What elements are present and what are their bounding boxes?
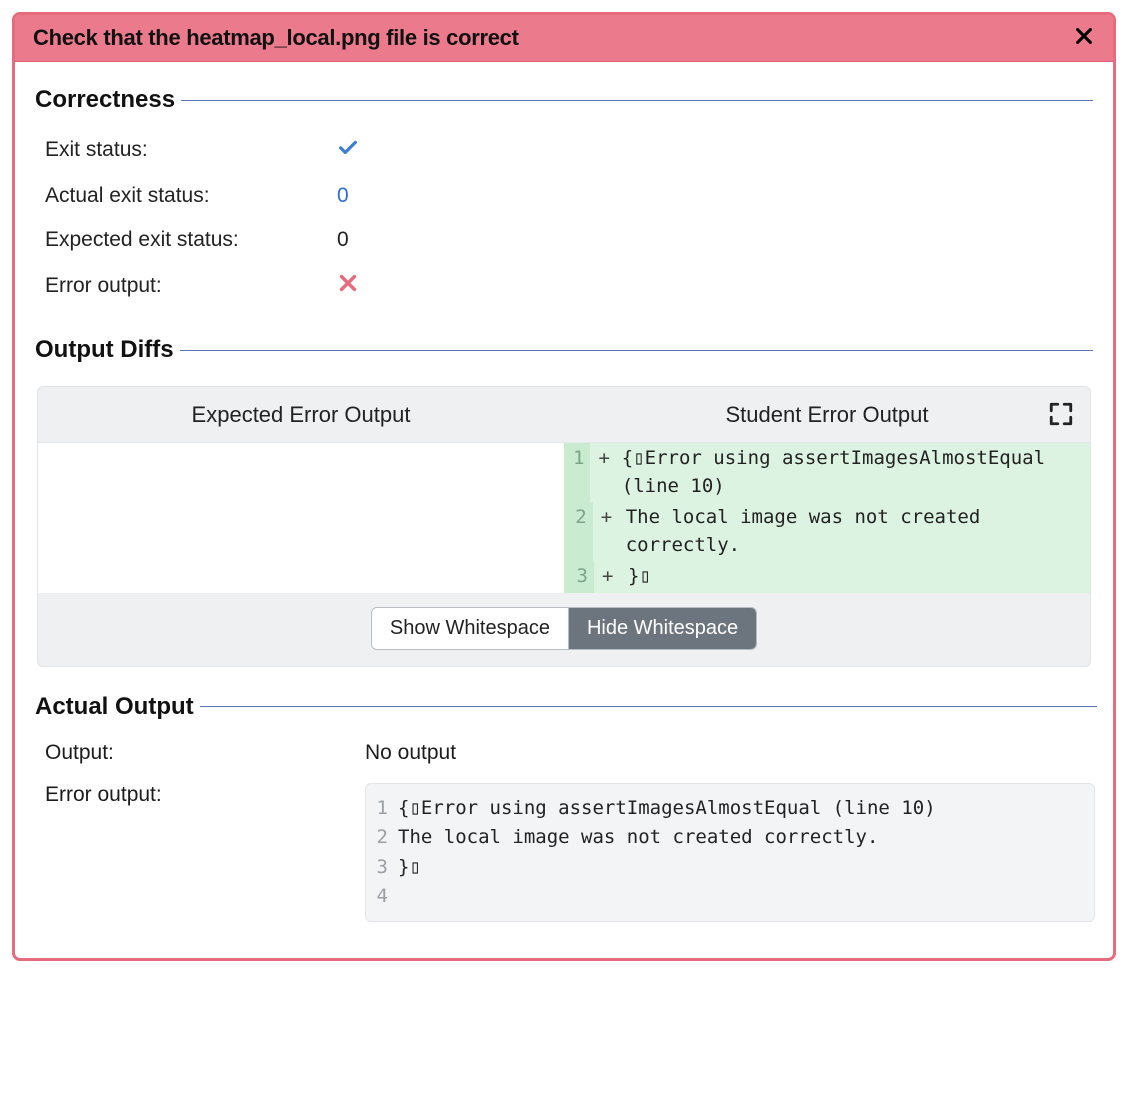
check-icon xyxy=(337,136,359,158)
diff-line: 2+The local image was not created correc… xyxy=(564,502,1090,561)
close-icon[interactable] xyxy=(1073,25,1095,51)
diff-footer: Show Whitespace Hide Whitespace xyxy=(38,593,1090,666)
code-line: 2The local image was not created correct… xyxy=(376,823,1082,852)
code-line-text: The local image was not created correctl… xyxy=(398,823,1082,852)
diff-header-row: Expected Error Output Student Error Outp… xyxy=(38,387,1090,443)
value-output: No output xyxy=(365,741,1095,765)
diff-header-student: Student Error Output xyxy=(564,402,1090,428)
code-line-number: 3 xyxy=(376,853,398,882)
expand-icon[interactable] xyxy=(1048,401,1074,427)
diff-line-text: The local image was not created correctl… xyxy=(618,502,1090,561)
code-line-number: 2 xyxy=(376,823,398,852)
label-output: Output: xyxy=(45,741,365,765)
diff-line-number: 2 xyxy=(564,502,593,561)
diff-line-text: }▯ xyxy=(620,561,1090,593)
section-correctness: Correctness Exit status: Actual exit sta… xyxy=(35,86,1093,310)
diff-line: 1+{▯Error using assertImagesAlmostEqual … xyxy=(564,443,1090,502)
card-title: Check that the heatmap_local.png file is… xyxy=(33,25,519,51)
section-output-diffs: Output Diffs Expected Error Output Stude… xyxy=(35,336,1093,667)
row-output: Output: No output xyxy=(37,733,1095,775)
code-line-text: }▯ xyxy=(398,853,1082,882)
code-line: 1{▯Error using assertImagesAlmostEqual (… xyxy=(376,794,1082,823)
value-actual-error: 1{▯Error using assertImagesAlmostEqual (… xyxy=(365,783,1095,923)
hide-whitespace-button[interactable]: Hide Whitespace xyxy=(569,608,756,649)
row-actual-error-output: Error output: 1{▯Error using assertImage… xyxy=(37,775,1095,933)
row-expected-exit: Expected exit status: 0 xyxy=(37,218,1091,262)
section-legend-actual: Actual Output xyxy=(35,693,200,721)
card-body: Correctness Exit status: Actual exit sta… xyxy=(15,62,1113,958)
diff-panel: Expected Error Output Student Error Outp… xyxy=(37,386,1091,667)
diff-line-number: 1 xyxy=(564,443,590,502)
code-line-text: {▯Error using assertImagesAlmostEqual (l… xyxy=(398,794,1082,823)
label-error-output: Error output: xyxy=(45,274,337,298)
value-actual-exit[interactable]: 0 xyxy=(337,184,349,208)
x-icon xyxy=(337,272,359,294)
value-error-output xyxy=(337,272,359,300)
row-exit-status: Exit status: xyxy=(37,126,1091,174)
value-expected-exit: 0 xyxy=(337,228,349,252)
diff-line-mark: + xyxy=(590,443,613,502)
show-whitespace-button[interactable]: Show Whitespace xyxy=(372,608,569,649)
diff-line-mark: + xyxy=(593,502,618,561)
diff-line-mark: + xyxy=(594,561,620,593)
error-codeblock: 1{▯Error using assertImagesAlmostEqual (… xyxy=(365,783,1095,923)
card-header: Check that the heatmap_local.png file is… xyxy=(15,15,1113,62)
code-line: 4 xyxy=(376,882,1082,911)
value-exit-status xyxy=(337,136,359,164)
diff-right-pane: 1+{▯Error using assertImagesAlmostEqual … xyxy=(564,443,1090,593)
row-error-output: Error output: xyxy=(37,262,1091,310)
diff-left-pane xyxy=(38,443,564,593)
section-legend-diffs: Output Diffs xyxy=(35,336,180,364)
diff-line: 3+}▯ xyxy=(564,561,1090,593)
diff-line-text: {▯Error using assertImagesAlmostEqual (l… xyxy=(614,443,1090,502)
section-legend-correctness: Correctness xyxy=(35,86,181,114)
diff-line-number: 3 xyxy=(564,561,594,593)
test-result-card: Check that the heatmap_local.png file is… xyxy=(12,12,1116,961)
label-actual-exit: Actual exit status: xyxy=(45,184,337,208)
code-line: 3}▯ xyxy=(376,853,1082,882)
label-actual-error: Error output: xyxy=(45,783,365,807)
code-line-number: 4 xyxy=(376,882,398,911)
code-line-number: 1 xyxy=(376,794,398,823)
diff-header-expected: Expected Error Output xyxy=(38,402,564,428)
code-line-text xyxy=(398,882,1082,911)
label-exit-status: Exit status: xyxy=(45,138,337,162)
label-expected-exit: Expected exit status: xyxy=(45,228,337,252)
diff-body: 1+{▯Error using assertImagesAlmostEqual … xyxy=(38,443,1090,593)
row-actual-exit: Actual exit status: 0 xyxy=(37,174,1091,218)
section-actual-output: Actual Output Output: No output Error ou… xyxy=(35,693,1097,933)
whitespace-toggle: Show Whitespace Hide Whitespace xyxy=(371,607,757,650)
